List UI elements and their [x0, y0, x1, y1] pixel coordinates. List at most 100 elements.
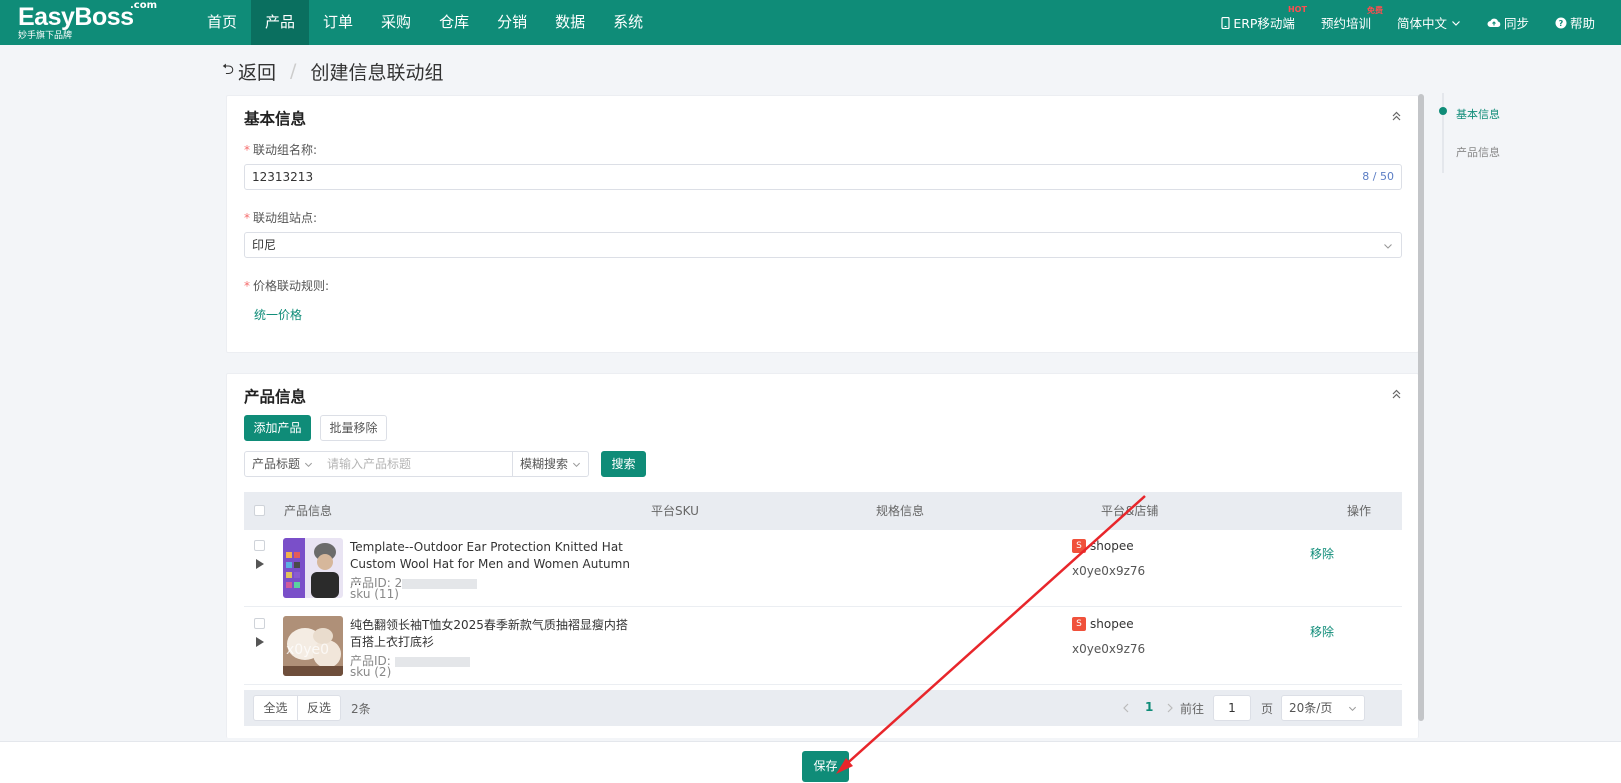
collapse-up-icon[interactable] — [1391, 111, 1402, 122]
price-rule-label: * 价格联动规则: — [244, 277, 329, 294]
brand-com: .com — [130, 0, 158, 11]
expand-row-icon[interactable] — [256, 559, 264, 569]
collapse-up-icon[interactable] — [1391, 389, 1402, 400]
table-row: Template--Outdoor Ear Protection Knitted… — [244, 530, 1402, 607]
product-image-hat — [283, 538, 343, 598]
group-name-label: * 联动组名称: — [244, 141, 317, 158]
add-product-button[interactable]: 添加产品 — [244, 415, 311, 441]
product-info-card: 产品信息 添加产品 批量移除 产品标题 请输入产品标题 模糊搜索 搜索 产品信息… — [226, 373, 1419, 738]
search-input[interactable]: 请输入产品标题 — [320, 451, 512, 477]
sync-button[interactable]: 同步 — [1487, 13, 1529, 32]
anchor-basic-info[interactable]: 基本信息 — [1456, 106, 1500, 122]
required-mark: * — [244, 143, 250, 157]
brand-logo[interactable]: EasyBoss .com 妙手旗下品牌 — [18, 0, 157, 41]
goto-page-input[interactable]: 1 — [1213, 695, 1251, 721]
nav-item-distribution[interactable]: 分销 — [483, 0, 541, 45]
col-platform-store: 平台&店铺 — [1101, 504, 1159, 518]
search-button[interactable]: 搜索 — [601, 451, 646, 477]
page-unit: 页 — [1261, 702, 1274, 716]
vertical-scrollbar[interactable] — [1418, 94, 1424, 721]
page-number-current[interactable]: 1 — [1145, 700, 1153, 714]
platform-name: shopee — [1090, 539, 1134, 553]
price-rule-label-text: 价格联动规则: — [253, 279, 330, 293]
nav-item-system[interactable]: 系统 — [599, 0, 657, 45]
group-site-label: * 联动组站点: — [244, 209, 317, 226]
row-checkbox[interactable] — [254, 618, 265, 629]
help-label: 帮助 — [1569, 16, 1595, 31]
language-select[interactable]: 简体中文 — [1397, 13, 1461, 32]
back-arrow-icon[interactable]: ⮌ — [222, 59, 234, 84]
group-site-select[interactable]: 印尼 — [244, 232, 1402, 258]
help-button[interactable]: ? 帮助 — [1555, 13, 1595, 32]
product-info-title: 产品信息 — [244, 388, 307, 406]
page-size-value: 20条/页 — [1289, 701, 1333, 715]
product-title[interactable]: 纯色翻领长袖T恤女2025春季新款气质抽褶显瘦内搭百搭上衣打底衫 — [350, 617, 630, 651]
back-link[interactable]: 返回 — [238, 58, 276, 85]
training-link[interactable]: 预约培训 免费 — [1320, 6, 1383, 32]
group-name-value: 12313213 — [252, 170, 314, 184]
breadcrumb: ⮌ 返回 / 创建信息联动组 — [222, 58, 443, 84]
nav-item-warehouse[interactable]: 仓库 — [425, 0, 483, 45]
nav-item-order[interactable]: 订单 — [309, 0, 367, 45]
page-title: 创建信息联动组 — [310, 61, 444, 84]
breadcrumb-separator: / — [290, 60, 297, 82]
masked-id — [402, 578, 478, 589]
brand-name: EasyBoss — [18, 3, 134, 31]
training-label: 预约培训 — [1320, 16, 1371, 31]
chevron-down-icon — [572, 462, 581, 468]
product-table-header: 产品信息 平台SKU 规格信息 平台&店铺 操作 — [244, 492, 1402, 530]
mobile-phone-icon — [1221, 16, 1230, 29]
remove-button[interactable]: 移除 — [1310, 623, 1334, 640]
chevron-down-icon — [304, 462, 313, 468]
filter-field-select[interactable]: 产品标题 — [244, 451, 321, 477]
match-mode-select[interactable]: 模糊搜索 — [512, 451, 589, 477]
page-size-select[interactable]: 20条/页 — [1281, 695, 1365, 721]
expand-row-icon[interactable] — [256, 637, 264, 647]
nav-item-purchase[interactable]: 采购 — [367, 0, 425, 45]
anchor-product-info[interactable]: 产品信息 — [1456, 144, 1500, 160]
row-checkbox[interactable] — [254, 540, 265, 551]
char-count: 8 / 50 — [1362, 170, 1394, 183]
erp-mobile-label: ERP移动端 — [1233, 16, 1295, 31]
save-button[interactable]: 保存 — [802, 751, 849, 782]
chevron-left-icon[interactable] — [1122, 703, 1130, 713]
free-badge: 免费 — [1366, 6, 1383, 15]
invert-selection-button[interactable]: 反选 — [297, 695, 341, 721]
search-placeholder: 请输入产品标题 — [327, 457, 412, 471]
platform-name: shopee — [1090, 617, 1134, 631]
nav-item-product[interactable]: 产品 — [251, 0, 310, 45]
batch-remove-button[interactable]: 批量移除 — [320, 415, 387, 441]
erp-mobile-link[interactable]: ERP移动端 HOT — [1221, 5, 1307, 32]
required-mark: * — [244, 211, 250, 225]
basic-info-card: 基本信息 * 联动组名称: 12313213 8 / 50 * 联动组站点: 印尼 … — [226, 95, 1419, 353]
goto-page-value: 1 — [1228, 701, 1236, 715]
nav-item-home[interactable]: 首页 — [193, 0, 251, 45]
platform-badge: S shopee — [1072, 617, 1134, 631]
table-row: x0ye0 纯色翻领长袖T恤女2025春季新款气质抽褶显瘦内搭百搭上衣打底衫 产… — [244, 608, 1402, 685]
masked-id — [394, 656, 470, 667]
table-footer: 全选 反选 2条 1 前往 1 页 20条/页 — [244, 690, 1402, 726]
chevron-down-icon — [1384, 244, 1392, 249]
select-all-checkbox[interactable] — [254, 505, 265, 516]
top-nav-bar: EasyBoss .com 妙手旗下品牌 首页 产品 订单 采购 仓库 分销 数… — [0, 0, 1621, 45]
price-rule-option[interactable]: 统一价格 — [254, 306, 302, 323]
product-thumbnail[interactable]: x0ye0 — [283, 616, 343, 676]
chevron-right-icon[interactable] — [1166, 703, 1174, 713]
goto-label: 前往 — [1180, 702, 1205, 716]
section-anchor-nav: 基本信息 产品信息 — [1439, 93, 1542, 173]
nav-item-data[interactable]: 数据 — [541, 0, 599, 45]
svg-text:?: ? — [1559, 19, 1564, 28]
basic-info-title: 基本信息 — [244, 110, 307, 128]
brand-tagline: 妙手旗下品牌 — [18, 31, 73, 41]
language-label: 简体中文 — [1396, 16, 1447, 31]
select-all-button[interactable]: 全选 — [253, 695, 298, 721]
remove-button[interactable]: 移除 — [1310, 545, 1334, 562]
main-nav: 首页 产品 订单 采购 仓库 分销 数据 系统 — [193, 0, 657, 45]
group-site-value: 印尼 — [252, 238, 277, 252]
product-thumbnail[interactable] — [283, 538, 343, 598]
col-spec-info: 规格信息 — [876, 504, 925, 518]
group-name-input[interactable]: 12313213 8 / 50 — [244, 164, 1402, 190]
help-circle-icon: ? — [1555, 17, 1567, 28]
store-name: x0ye0x9z76 — [1072, 642, 1146, 656]
chevron-down-icon — [1452, 20, 1460, 26]
